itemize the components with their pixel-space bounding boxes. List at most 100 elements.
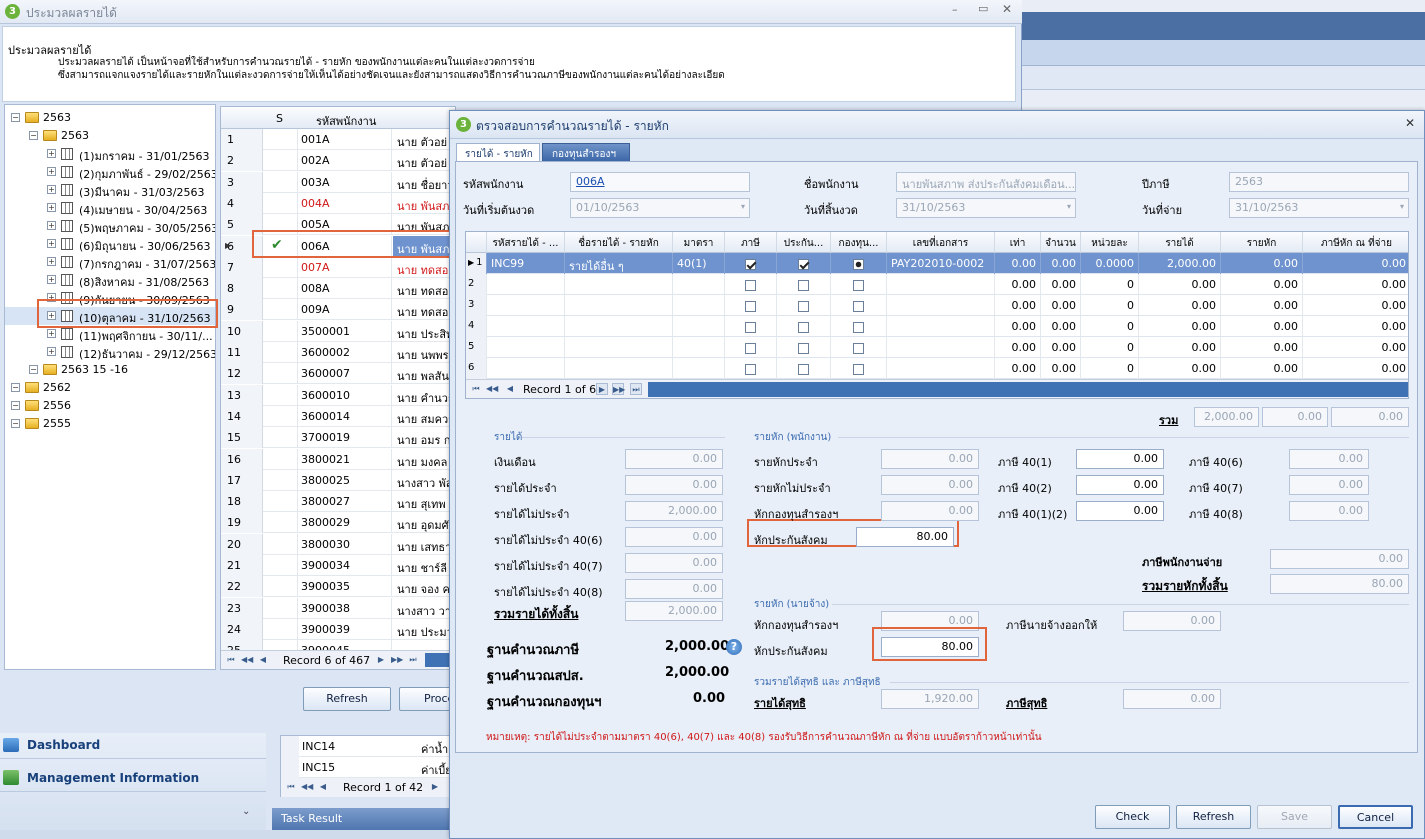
checkbox-icon[interactable] <box>745 321 756 333</box>
detail-column-header[interactable]: ชื่อรายได้ - รายหัก <box>564 232 672 253</box>
expand-icon[interactable]: + <box>47 239 56 248</box>
checkbox-icon[interactable] <box>853 279 864 291</box>
employee-row[interactable]: 15 3700019 นาย อมร ก <box>221 427 455 449</box>
checkbox-icon[interactable] <box>853 363 864 375</box>
sub-row-2[interactable]: INC15 ค่าเบี้ย <box>281 757 453 778</box>
employee-row[interactable]: 10 3500001 นาย ประสิท <box>221 320 455 342</box>
tree-node[interactable]: + (11)พฤศจิกายน - 30/11/... <box>5 325 215 343</box>
expand-icon[interactable]: − <box>11 401 20 410</box>
detail-cell-tax[interactable] <box>724 274 776 295</box>
checkbox-checked-icon[interactable] <box>798 258 809 270</box>
detail-cell-fund[interactable] <box>830 358 886 379</box>
expand-icon[interactable]: + <box>47 329 56 338</box>
nav-management-information[interactable]: Management Information <box>0 764 266 792</box>
checkbox-icon[interactable] <box>745 342 756 354</box>
checkbox-icon[interactable] <box>853 258 864 270</box>
header-s[interactable]: S <box>276 112 283 125</box>
minimize-icon[interactable]: – <box>952 3 958 16</box>
refresh-button[interactable]: Refresh <box>1176 805 1251 829</box>
checkbox-icon[interactable] <box>798 321 809 333</box>
detail-row[interactable]: 6 0.00 0.00 0 0.00 0.00 0.00 <box>466 358 1408 379</box>
employee-row[interactable]: 2 002A นาย ตัวอย่ <box>221 150 455 172</box>
tree-node[interactable]: + (3)มีนาคม - 31/03/2563 <box>5 181 215 199</box>
checkbox-icon[interactable] <box>745 279 756 291</box>
employee-row[interactable]: 5 005A นาย พันสภ <box>221 214 455 236</box>
detail-cell-fund[interactable] <box>830 274 886 295</box>
sub-row-1[interactable]: INC14 ค่าน้ำ <box>281 736 453 757</box>
detail-column-header[interactable]: เลขที่เอกสาร <box>886 232 994 253</box>
detail-row[interactable]: 3 0.00 0.00 0 0.00 0.00 0.00 <box>466 295 1408 316</box>
employee-row[interactable]: 11 3600002 นาย นพพร <box>221 342 455 363</box>
detail-cell-fund[interactable] <box>830 316 886 337</box>
tree-node[interactable]: − 2556 <box>5 397 215 415</box>
employee-row[interactable]: 17 3800025 นางสาว พัส <box>221 469 455 491</box>
detail-cell-fund[interactable] <box>830 295 886 316</box>
tree-node[interactable]: + (5)พฤษภาคม - 30/05/2563 <box>5 217 215 235</box>
save-button[interactable]: Save <box>1257 805 1332 829</box>
dialog-close-icon[interactable]: ✕ <box>1405 116 1415 130</box>
detail-column-header[interactable]: เท่า <box>994 232 1040 253</box>
detail-cell-ins[interactable] <box>776 358 830 379</box>
tree-node[interactable]: + (7)กรกฎาคม - 31/07/2563 <box>5 253 215 271</box>
checkbox-icon[interactable] <box>745 363 756 375</box>
tree-node[interactable]: + (2)กุมภาพันธ์ - 29/02/2563 <box>5 163 215 181</box>
expand-icon[interactable]: − <box>29 365 38 374</box>
employee-row[interactable]: 9 009A นาย ทดสอ <box>221 299 455 321</box>
detail-nav-next-icon[interactable]: ▶ <box>596 383 608 395</box>
detail-nav-prev-page-icon[interactable]: ◀◀ <box>486 383 498 395</box>
nav-dashboard[interactable]: Dashboard <box>0 733 266 759</box>
employee-row[interactable]: 1 001A นาย ตัวอย่ <box>221 129 455 150</box>
detail-row[interactable]: 5 0.00 0.00 0 0.00 0.00 0.00 <box>466 337 1408 358</box>
tree-node[interactable]: + (8)สิงหาคม - 31/08/2563 <box>5 271 215 289</box>
employee-row[interactable]: 20 3800030 นาย เสทธา <box>221 533 455 555</box>
checkbox-icon[interactable] <box>853 300 864 312</box>
checkbox-icon[interactable] <box>853 342 864 354</box>
maximize-icon[interactable]: ▭ <box>978 2 988 15</box>
detail-nav-prev-icon[interactable]: ◀ <box>504 383 516 395</box>
detail-nav-first-icon[interactable]: ⏮ <box>470 383 482 395</box>
detail-column-header[interactable]: กองทุน... <box>830 232 886 253</box>
emp-code-field[interactable]: 006A <box>570 172 750 192</box>
employee-row[interactable]: 24 3900039 นาย ประมวล <box>221 618 455 640</box>
tree-node[interactable]: + (12)ธันวาคม - 29/12/2563 <box>5 343 215 361</box>
detail-cell-tax[interactable] <box>724 337 776 358</box>
tree-node[interactable]: − 2563 15 -16 <box>5 361 215 379</box>
employee-row[interactable]: 3 003A นาย ชื่อยาว <box>221 171 455 193</box>
detail-cell-fund[interactable] <box>830 337 886 358</box>
expand-icon[interactable]: + <box>47 311 56 320</box>
detail-cell-tax[interactable] <box>724 253 776 274</box>
expand-icon[interactable]: − <box>11 383 20 392</box>
detail-nav-last-icon[interactable]: ⏭ <box>630 383 642 395</box>
checkbox-icon[interactable] <box>853 321 864 333</box>
detail-column-header[interactable]: รายหัก <box>1220 232 1302 253</box>
nav-prev-icon[interactable]: ◀ <box>257 654 269 666</box>
detail-column-header[interactable]: จำนวน <box>1040 232 1080 253</box>
detail-column-header[interactable]: มาตรา <box>672 232 724 253</box>
expand-icon[interactable]: + <box>47 203 56 212</box>
employee-row[interactable]: 6 ▶ ✔ 006A นาย พันสภ <box>221 235 455 257</box>
nav-prev-page-icon[interactable]: ◀◀ <box>241 654 253 666</box>
employee-row[interactable]: 14 3600014 นาย สมควร <box>221 405 455 427</box>
check-button[interactable]: Check <box>1095 805 1170 829</box>
employee-row[interactable]: 22 3900035 นาย จอง ครี <box>221 576 455 598</box>
detail-cell-ins[interactable] <box>776 253 830 274</box>
checkbox-checked-icon[interactable] <box>745 258 756 270</box>
detail-column-header[interactable]: รายได้ <box>1138 232 1220 253</box>
employee-row[interactable]: 8 008A นาย ทดสอ <box>221 278 455 300</box>
detail-cell-tax[interactable] <box>724 316 776 337</box>
checkbox-icon[interactable] <box>798 363 809 375</box>
tree-node[interactable]: − 2555 <box>5 415 215 433</box>
detail-cell-fund[interactable] <box>830 253 886 274</box>
employee-row[interactable]: 7 007A นาย ทดสอ <box>221 256 455 278</box>
info-icon[interactable]: ? <box>726 639 742 655</box>
detail-cell-ins[interactable] <box>776 295 830 316</box>
sub-nav-prev-icon[interactable]: ◀ <box>317 781 329 793</box>
expand-icon[interactable]: − <box>29 131 38 140</box>
checkbox-icon[interactable] <box>745 300 756 312</box>
nav-last-icon[interactable]: ⏭ <box>407 654 419 666</box>
detail-nav-next-page-icon[interactable]: ▶▶ <box>612 383 625 395</box>
checkbox-icon[interactable] <box>798 279 809 291</box>
expand-icon[interactable]: + <box>47 347 56 356</box>
expand-icon[interactable]: + <box>47 257 56 266</box>
sub-nav-prev-page-icon[interactable]: ◀◀ <box>301 781 313 793</box>
